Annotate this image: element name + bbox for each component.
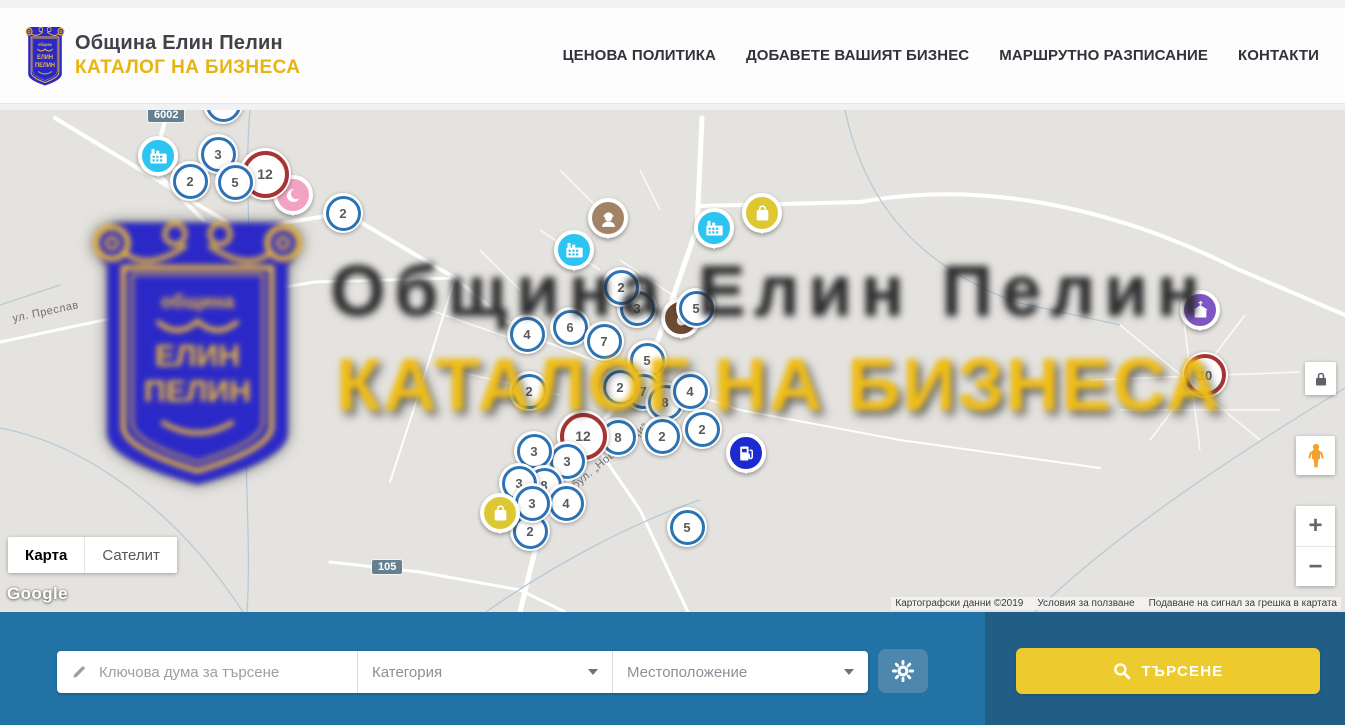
street-view-pegman-button[interactable] [1296,436,1335,475]
header: община ЕЛИН ПЕЛИН Община Елин Пелин КАТА… [0,8,1345,104]
attribution-copyright: Картографски данни ©2019 [895,598,1023,609]
category-select-label: Категория [372,664,442,681]
lock-button[interactable] [1305,362,1336,395]
map-attribution: Картографски данни ©2019 Условия за полз… [891,597,1341,610]
svg-text:ЕЛИН: ЕЛИН [37,53,53,61]
cluster-marker[interactable] [203,110,243,124]
google-logo[interactable]: Google [7,584,68,604]
cluster-count: 5 [218,165,253,200]
pencil-icon [71,663,87,681]
cluster-count: 4 [510,317,545,352]
cluster-marker[interactable]: 2 [682,409,722,449]
cluster-marker[interactable]: 5 [215,162,255,202]
cluster-count: 4 [549,486,584,521]
cluster-count: 10 [1184,354,1226,396]
factory-icon [694,208,734,248]
cluster-marker[interactable]: 10 [1182,352,1228,398]
cluster-count: 5 [679,291,714,326]
site-logo[interactable]: община ЕЛИН ПЕЛИН Община Елин Пелин КАТА… [24,25,300,87]
svg-text:ПЕЛИН: ПЕЛИН [35,61,55,69]
cluster-count: 2 [326,196,361,231]
cluster-count: 7 [587,324,622,359]
cluster-marker[interactable]: 2 [509,371,549,411]
zoom-in-button[interactable]: + [1296,506,1335,546]
cluster-marker[interactable]: 4 [670,371,710,411]
search-submit-label: ТЪРСЕНЕ [1142,663,1224,680]
map-type-satellite-button[interactable]: Сателит [84,537,177,573]
cluster-count: 5 [670,510,705,545]
bag-icon [480,493,520,533]
cluster-marker[interactable]: 4 [546,483,586,523]
municipality-crest-icon: община ЕЛИН ПЕЛИН [24,25,66,87]
worker-icon [588,198,628,238]
nav-add-business[interactable]: ДОБАВЕТЕ ВАШИЯТ БИЗНЕС [746,47,969,64]
lock-icon [1312,370,1330,388]
bag-icon [742,193,782,233]
cluster-marker[interactable]: 4 [507,314,547,354]
cluster-count: 2 [512,374,547,409]
map-type-map-button[interactable]: Карта [8,537,84,573]
cluster-count: 2 [603,370,638,405]
location-select[interactable]: Местоположение [612,651,868,693]
chevron-down-icon [588,669,598,675]
location-select-label: Местоположение [627,664,747,681]
gear-icon [891,659,915,683]
cluster-count: 2 [645,419,680,454]
search-icon [1113,662,1131,680]
church-icon [1180,290,1220,330]
keyword-input[interactable] [97,663,343,682]
cluster-count [206,110,241,122]
nav-route-schedule[interactable]: МАРШРУТНО РАЗПИСАНИЕ [999,47,1208,64]
cluster-marker[interactable]: 2 [601,267,641,307]
search-submit-button[interactable]: ТЪРСЕНЕ [1016,648,1320,694]
zoom-out-button[interactable]: − [1296,546,1335,586]
nav-contacts[interactable]: КОНТАКТИ [1238,47,1319,64]
cluster-count: 6 [553,310,588,345]
advanced-settings-button[interactable] [878,649,928,693]
site-subtitle: КАТАЛОГ НА БИЗНЕСА [75,57,300,79]
cluster-marker[interactable]: 7 [584,321,624,361]
cluster-marker[interactable]: 2 [642,416,682,456]
cluster-marker[interactable]: 5 [667,507,707,547]
cluster-count: 4 [673,374,708,409]
attribution-report-link[interactable]: Подаване на сигнал за грешка в картата [1149,598,1337,609]
main-nav: ЦЕНОВА ПОЛИТИКА ДОБАВЕТЕ ВАШИЯТ БИЗНЕС М… [563,47,1345,64]
cluster-count: 2 [604,270,639,305]
site-title: Община Елин Пелин [75,32,300,55]
zoom-control: + − [1296,506,1335,586]
markers-layer: 325465772284228123383243510123252 [0,110,1345,612]
svg-text:община: община [38,41,52,46]
brand-block: Община Елин Пелин КАТАЛОГ НА БИЗНЕСА [75,32,300,79]
cluster-marker[interactable]: 5 [676,288,716,328]
search-bar: Категория Местоположение [0,612,1345,725]
map-type-control: Карта Сателит [8,537,177,573]
keyword-field[interactable] [57,651,357,693]
cluster-count: 2 [173,164,208,199]
search-fields: Категория Местоположение [57,651,868,693]
chevron-down-icon [844,669,854,675]
nav-price-policy[interactable]: ЦЕНОВА ПОЛИТИКА [563,47,716,64]
attribution-terms-link[interactable]: Условия за ползване [1037,598,1134,609]
cluster-marker[interactable]: 2 [600,367,640,407]
cluster-marker[interactable]: 2 [170,161,210,201]
cluster-count: 2 [685,412,720,447]
category-select[interactable]: Категория [357,651,612,693]
pegman-icon [1305,443,1327,469]
map-canvas[interactable]: 6002 105 ул. Преслав бул. „Новоселци“ 32… [0,110,1345,612]
factory-icon [554,230,594,270]
fuel-icon [726,433,766,473]
cluster-marker[interactable]: 2 [323,193,363,233]
